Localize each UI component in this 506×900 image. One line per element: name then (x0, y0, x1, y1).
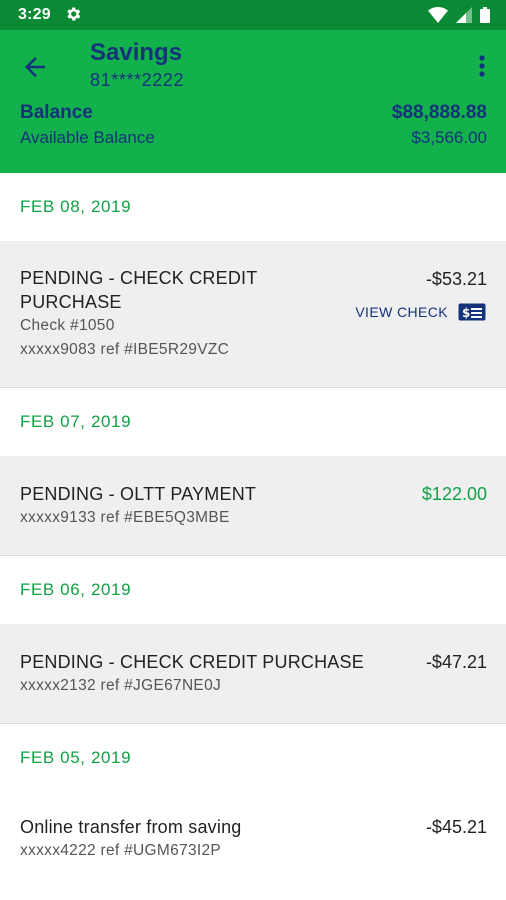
transaction-amount: $122.00 (421, 484, 487, 504)
more-vert-icon[interactable] (474, 52, 490, 80)
arrow-left-icon[interactable] (20, 52, 50, 82)
system-icons (428, 7, 490, 23)
view-check-button[interactable]: VIEW CHECK $ (355, 303, 486, 321)
account-header: Savings 81****2222 Balance $88,888.88 Av… (0, 30, 506, 173)
balance-value: $88,888.88 (391, 102, 487, 123)
transaction-amount: -$45.21 (425, 817, 487, 837)
account-number: 81****2222 (90, 70, 185, 90)
transaction-amount: -$53.21 (425, 269, 487, 289)
transaction-row[interactable]: Online transfer from saving xxxxx4222 re… (0, 792, 506, 892)
transaction-row[interactable]: PENDING - CHECK CREDIT PURCHASE Check #1… (0, 241, 506, 388)
status-time: 3:29 (18, 6, 51, 23)
transaction-description: Online transfer from saving (20, 817, 242, 837)
account-name: Savings (90, 39, 183, 66)
gear-icon (67, 7, 81, 21)
check-number: Check #1050 (20, 317, 115, 334)
status-bar: 3:29 (0, 0, 506, 30)
transaction-description-cont: PURCHASE (20, 292, 122, 312)
svg-text:$: $ (462, 306, 471, 320)
transaction-ref: xxxxx9133 ref #EBE5Q3MBE (20, 509, 230, 526)
battery-icon (480, 7, 490, 23)
transaction-ref: xxxxx9083 ref #IBE5R29VZC (20, 341, 230, 358)
view-check-label: VIEW CHECK (355, 304, 448, 320)
check-icon: $ (458, 303, 486, 321)
date-header: FEB 05, 2019 (0, 724, 506, 792)
transaction-description: PENDING - CHECK CREDIT (20, 268, 258, 288)
wifi-icon (428, 7, 448, 23)
transaction-description: PENDING - OLTT PAYMENT (20, 484, 257, 504)
transaction-amount: -$47.21 (425, 652, 487, 672)
transaction-row[interactable]: PENDING - OLTT PAYMENT xxxxx9133 ref #EB… (0, 456, 506, 556)
available-balance-label: Available Balance (20, 128, 155, 147)
signal-icon (456, 7, 472, 23)
balance-label: Balance (20, 102, 93, 123)
date-header: FEB 07, 2019 (0, 388, 506, 456)
transaction-ref: xxxxx4222 ref #UGM673I2P (20, 842, 222, 859)
available-balance-value: $3,566.00 (411, 128, 487, 147)
date-header: FEB 08, 2019 (0, 173, 506, 241)
transaction-row[interactable]: PENDING - CHECK CREDIT PURCHASE xxxxx213… (0, 624, 506, 724)
date-header: FEB 06, 2019 (0, 556, 506, 624)
transaction-description: PENDING - CHECK CREDIT PURCHASE (20, 652, 364, 672)
transaction-list: FEB 08, 2019 PENDING - CHECK CREDIT PURC… (0, 173, 506, 892)
transaction-ref: xxxxx2132 ref #JGE67NE0J (20, 677, 222, 694)
